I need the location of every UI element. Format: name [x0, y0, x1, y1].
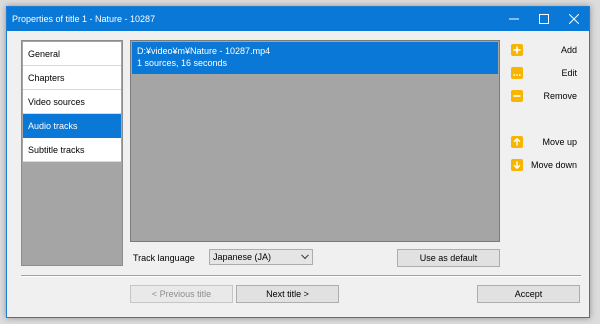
close-button[interactable] — [559, 7, 589, 31]
track-path: D:¥video¥m¥Nature - 10287.mp4 — [137, 46, 271, 56]
nav-item-audio-tracks[interactable]: Audio tracks — [23, 114, 121, 138]
title-bar: Properties of title 1 - Nature - 10287 — [7, 7, 589, 31]
nav-item-label: Video sources — [28, 97, 85, 107]
use-as-default-button[interactable]: Use as default — [397, 249, 500, 267]
nav-item-video-sources[interactable]: Video sources — [23, 90, 121, 114]
track-row[interactable]: D:¥video¥m¥Nature - 10287.mp4 1 sources,… — [132, 42, 498, 74]
accept-button[interactable]: Accept — [477, 285, 580, 303]
separator — [21, 275, 581, 277]
plus-icon — [511, 44, 523, 56]
nav-item-label: Subtitle tracks — [28, 145, 85, 155]
track-info: 1 sources, 16 seconds — [137, 58, 228, 68]
nav-item-label: Chapters — [28, 73, 65, 83]
nav-item-label: General — [28, 49, 61, 59]
arrow-up-icon — [511, 136, 523, 148]
minimize-icon — [509, 18, 519, 20]
next-title-button[interactable]: Next title > — [236, 285, 339, 303]
nav-item-general[interactable]: General — [23, 42, 121, 66]
move-down-label: Move down — [530, 160, 577, 170]
move-down-button[interactable]: Move down — [511, 159, 577, 175]
add-label: Add — [560, 45, 577, 55]
track-language-label: Track language — [133, 253, 195, 263]
window-title: Properties of title 1 - Nature - 10287 — [12, 14, 156, 24]
nav-item-chapters[interactable]: Chapters — [23, 66, 121, 90]
move-up-label: Move up — [542, 137, 577, 147]
ellipsis-icon — [511, 67, 523, 79]
audio-track-list[interactable]: D:¥video¥m¥Nature - 10287.mp4 1 sources,… — [130, 40, 500, 242]
chevron-down-icon — [301, 254, 309, 260]
edit-button[interactable]: Edit — [511, 67, 577, 83]
minus-icon — [511, 90, 523, 102]
nav-item-subtitle-tracks[interactable]: Subtitle tracks — [23, 138, 121, 162]
properties-dialog: Properties of title 1 - Nature - 10287 G… — [6, 6, 590, 318]
edit-label: Edit — [561, 68, 577, 78]
remove-label: Remove — [543, 91, 577, 101]
category-list: General Chapters Video sources Audio tra… — [21, 40, 123, 266]
move-up-button[interactable]: Move up — [511, 136, 577, 152]
previous-title-button[interactable]: < Previous title — [130, 285, 233, 303]
nav-item-label: Audio tracks — [28, 121, 78, 131]
arrow-down-icon — [511, 159, 523, 171]
maximize-icon — [539, 14, 549, 24]
maximize-button[interactable] — [529, 7, 559, 31]
minimize-button[interactable] — [499, 7, 529, 31]
add-button[interactable]: Add — [511, 44, 577, 60]
close-icon — [569, 14, 579, 24]
selected-language: Japanese (JA) — [213, 252, 272, 262]
remove-button[interactable]: Remove — [511, 90, 577, 106]
track-language-select[interactable]: Japanese (JA) — [209, 249, 313, 265]
